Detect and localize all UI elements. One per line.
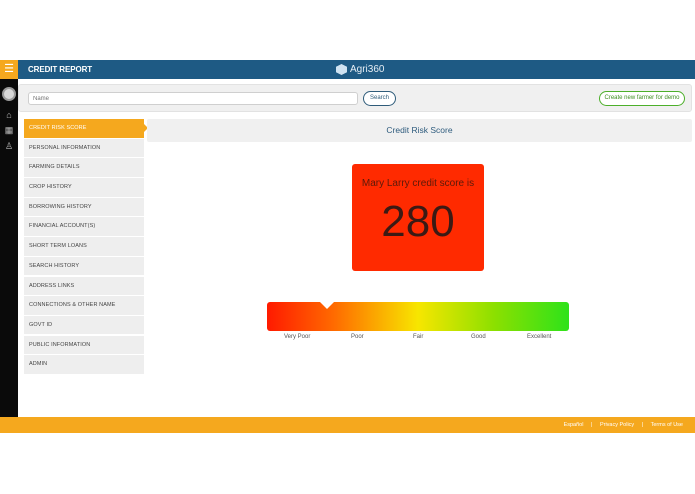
sidebar-item-financial-account-s[interactable]: FINANCIAL ACCOUNT(S) <box>24 217 144 236</box>
agri360-logo-icon <box>336 64 347 75</box>
footer-link-espanol[interactable]: Español <box>564 422 584 428</box>
search-button[interactable]: Search <box>363 91 396 106</box>
hamburger-icon[interactable]: ☰ <box>0 60 18 79</box>
home-icon[interactable]: ⌂ <box>3 109 15 121</box>
sidebar-item-crop-history[interactable]: CROP HISTORY <box>24 178 144 197</box>
grid-icon[interactable]: ▦ <box>3 124 15 136</box>
sidebar-item-address-links[interactable]: ADDRESS LINKS <box>24 276 144 295</box>
sidebar-item-farming-details[interactable]: FARMING DETAILS <box>24 158 144 177</box>
footer-link-privacy[interactable]: Privacy Policy <box>600 422 634 428</box>
sidebar-item-public-information[interactable]: PUBLIC INFORMATION <box>24 335 144 355</box>
search-input[interactable] <box>28 92 358 105</box>
avatar[interactable] <box>2 87 16 101</box>
search-bar: Search Create new farmer for demo <box>18 84 692 112</box>
footer-divider: | <box>641 422 644 428</box>
score-card: Mary Larry credit score is 280 <box>352 164 484 271</box>
section-header: Credit Risk Score <box>147 119 692 142</box>
user-icon[interactable]: ♙ <box>3 140 15 152</box>
sidebar-item-short-term-loans[interactable]: SHORT TERM LOANS <box>24 237 144 256</box>
score-label: Mary Larry credit score is <box>361 178 475 189</box>
scale-excellent: Excellent <box>527 334 552 340</box>
brand: Agri360 <box>336 63 384 76</box>
gauge-pointer <box>320 302 334 309</box>
footer-link-terms[interactable]: Terms of Use <box>651 422 683 428</box>
sidebar-item-borrowing-history[interactable]: BORROWING HISTORY <box>24 197 144 217</box>
score-value: 280 <box>381 197 455 246</box>
create-farmer-button[interactable]: Create new farmer for demo <box>599 91 685 106</box>
scale-very-poor: Very Poor <box>284 334 311 340</box>
sidebar-item-govt-id[interactable]: GOVT ID <box>24 315 144 335</box>
sidebar-item-search-history[interactable]: SEARCH HISTORY <box>24 256 144 276</box>
sidebar-item-credit-risk-score[interactable]: CREDIT RISK SCORE <box>24 119 148 138</box>
sidebar-item-admin[interactable]: ADMIN <box>24 355 144 374</box>
score-gauge <box>267 302 569 331</box>
report-sidebar: CREDIT RISK SCORE PERSONAL INFORMATION FAR… <box>24 119 148 375</box>
footer-divider: | <box>590 422 593 428</box>
footer: Español | Privacy Policy | Terms of Use <box>0 417 695 433</box>
sidebar-item-personal-information[interactable]: PERSONAL INFORMATION <box>24 138 144 158</box>
brand-name: Agri360 <box>350 64 385 75</box>
top-header: CREDIT REPORT Agri360 <box>18 60 695 79</box>
page-title: CREDIT REPORT <box>28 65 93 74</box>
scale-fair: Fair <box>413 334 424 340</box>
sidebar-item-connections-other-name[interactable]: CONNECTIONS & OTHER NAME <box>24 296 144 315</box>
left-rail: ☰ ⌂ ▦ ♙ <box>0 60 18 418</box>
app: ☰ ⌂ ▦ ♙ CREDIT REPORT Agri360 Search Cre… <box>0 60 695 433</box>
scale-poor: Poor <box>351 334 364 340</box>
scale-good: Good <box>471 334 486 340</box>
